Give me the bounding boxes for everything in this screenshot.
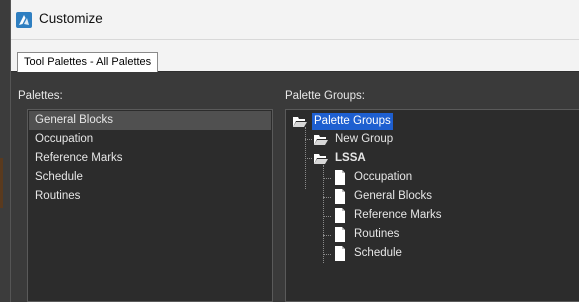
tree-node-palette[interactable]: Occupation <box>332 169 472 187</box>
tree-connector <box>323 178 331 179</box>
tree-connector <box>323 235 331 236</box>
tree-node-palette[interactable]: Routines <box>332 226 472 244</box>
tree-connector <box>323 197 331 198</box>
palettes-label: Palettes: <box>18 90 63 102</box>
tree-connector <box>305 139 312 140</box>
tree-node-label: Routines <box>354 228 400 240</box>
autocad-logo-icon <box>16 12 32 28</box>
list-item[interactable]: Schedule <box>29 168 271 187</box>
palette-groups-tree[interactable]: Palette Groups New Group LSSA Occupation… <box>285 109 579 302</box>
tree-node-label: Palette Groups <box>312 113 393 130</box>
window-title: Customize <box>39 11 103 26</box>
tree-node-label: Occupation <box>354 171 413 183</box>
customize-dialog: Customize Tool Palettes - All Palettes P… <box>10 0 579 302</box>
open-folder-icon <box>292 114 308 129</box>
tree-node-label: Reference Marks <box>354 209 442 221</box>
tree-node-group[interactable]: LSSA <box>313 150 433 168</box>
palettes-list[interactable]: General Blocks Occupation Reference Mark… <box>27 109 273 302</box>
tree-node-palette[interactable]: General Blocks <box>332 188 472 206</box>
background-window-strip <box>0 0 10 302</box>
tree-connector <box>323 216 331 217</box>
tree-connector <box>323 254 331 255</box>
tree-node-label: LSSA <box>335 152 366 164</box>
open-folder-icon <box>313 132 329 147</box>
list-item[interactable]: Routines <box>29 187 271 206</box>
tree-node-label: Schedule <box>354 247 402 259</box>
document-icon <box>332 208 348 223</box>
tree-node-palette[interactable]: Schedule <box>332 245 472 263</box>
document-icon <box>332 189 348 204</box>
tab-strip: Tool Palettes - All Palettes <box>11 40 579 73</box>
tree-node-root[interactable]: Palette Groups <box>292 113 422 131</box>
tree-connector <box>305 158 312 159</box>
list-item[interactable]: Occupation <box>29 130 271 149</box>
document-icon <box>332 227 348 242</box>
document-icon <box>332 170 348 185</box>
title-bar[interactable]: Customize <box>11 0 579 40</box>
tree-node-group[interactable]: New Group <box>313 131 433 149</box>
palette-groups-label: Palette Groups: <box>285 90 365 102</box>
background-accent <box>0 158 3 208</box>
open-folder-icon <box>313 151 329 166</box>
tree-node-label: General Blocks <box>354 190 432 202</box>
tree-connector <box>323 165 324 263</box>
list-item[interactable]: General Blocks <box>29 111 271 130</box>
tree-node-label: New Group <box>335 133 394 145</box>
list-item[interactable]: Reference Marks <box>29 149 271 168</box>
document-icon <box>332 246 348 261</box>
tree-node-palette[interactable]: Reference Marks <box>332 207 472 225</box>
tab-tool-palettes[interactable]: Tool Palettes - All Palettes <box>17 52 159 73</box>
tab-content: Palettes: Palette Groups: General Blocks… <box>11 72 579 302</box>
